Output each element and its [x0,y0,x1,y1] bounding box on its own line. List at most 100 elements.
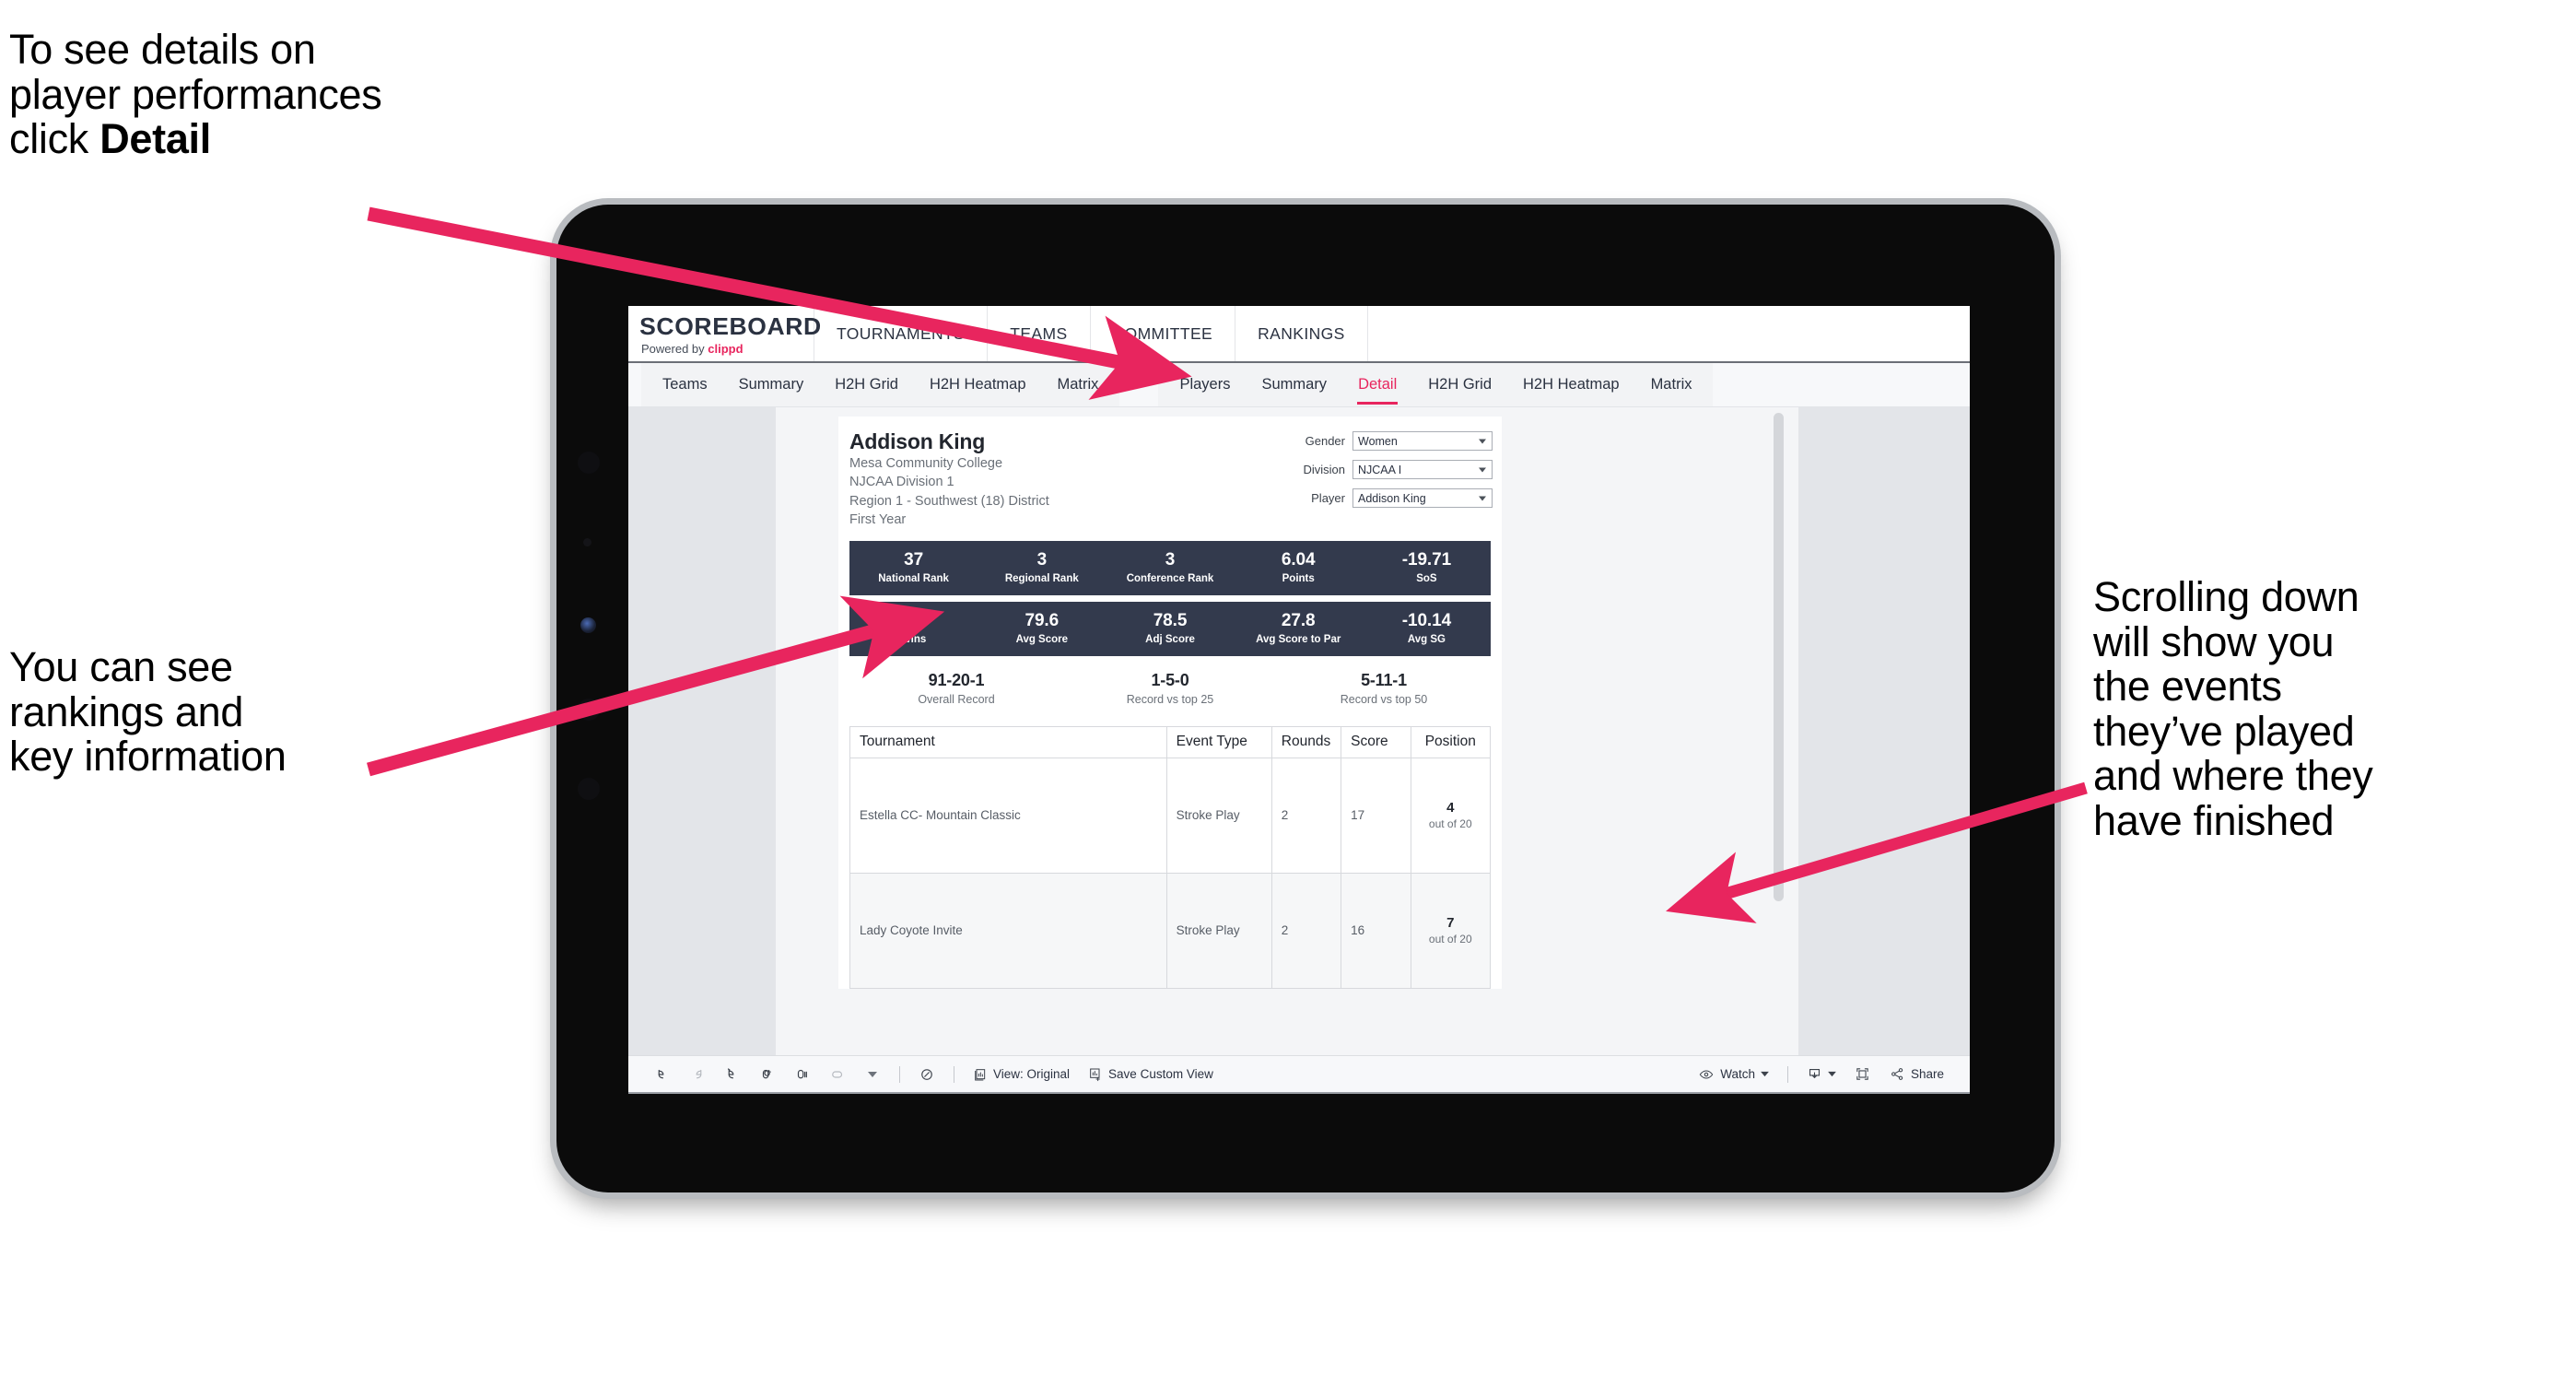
filter-gender-select[interactable]: Women [1352,431,1493,451]
subnav-item-player-h2h-heatmap[interactable]: H2H Heatmap [1507,363,1635,406]
filter-gender-label: Gender [1305,434,1345,448]
stat-sos-value: -19.71 [1401,549,1452,570]
cell-position-label: out of 20 [1428,933,1472,946]
cell-event-type: Stroke Play [1166,758,1272,874]
filter-division-select[interactable]: NJCAA I [1352,460,1493,479]
caret-down-icon[interactable] [855,1071,890,1078]
fullscreen-icon[interactable] [1845,1066,1880,1082]
stat-national-rank-label: National Rank [878,572,949,584]
record-top50: 5-11-1 Record vs top 50 [1277,671,1491,706]
view-original-label: View: Original [993,1067,1071,1081]
topnav-item-committee[interactable]: COMMITTEE [1091,306,1236,361]
annotation-top-left: To see details on player performances cl… [9,27,636,162]
filter-player: Player Addison King [1262,488,1493,508]
undo-icon[interactable] [645,1066,680,1083]
player-detail-card: Addison King Mesa Community College NJCA… [838,417,1502,989]
filter-panel: Gender Women Division NJCAA I Player Add… [1262,431,1493,517]
camera-lens-icon [580,617,596,633]
vertical-scrollbar[interactable] [1774,413,1784,901]
dashboard-sheet: Addison King Mesa Community College NJCA… [776,407,1798,1055]
cell-position-label: out of 20 [1428,817,1472,831]
subnav-item-teams[interactable]: Teams [647,363,723,406]
table-row[interactable]: Estella CC- Mountain Classic Stroke Play… [849,758,1491,874]
powered-by-text: Powered by [641,341,708,356]
subnav-gap [1119,363,1159,406]
sensor-dot-icon-2 [578,699,600,721]
record-top25-value: 1-5-0 [1151,670,1189,689]
stat-adj-score-label: Adj Score [1145,633,1195,645]
stat-regional-rank-label: Regional Rank [1004,572,1079,584]
stat-avg-score: 79.6 Avg Score [978,611,1106,644]
view-original-button[interactable]: View: Original [964,1067,1079,1082]
subnav-item-player-h2h-grid[interactable]: H2H Grid [1412,363,1507,406]
table-header-event-type: Event Type [1166,726,1272,758]
topnav-item-rankings[interactable]: RANKINGS [1235,306,1368,361]
table-row[interactable]: Lady Coyote Invite Stroke Play 2 16 7 ou… [849,873,1491,989]
stat-avg-sg: -10.14 Avg SG [1363,611,1491,644]
stat-avg-score-to-par: 27.8 Avg Score to Par [1235,610,1363,644]
chevron-down-icon-2 [1479,467,1486,472]
stat-conference-rank: 3 Conference Rank [1106,550,1234,583]
sensor-dot-small-icon [583,538,591,546]
record-overall-value: 91-20-1 [928,670,985,689]
filter-player-select[interactable]: Addison King [1352,488,1493,508]
cell-score: 16 [1341,873,1411,989]
filter-division-value: NJCAA I [1358,463,1402,476]
stats-strip-rankings: 37 National Rank 3 Regional Rank 3 Confe… [849,540,1491,595]
stat-wins: 0 Wins [849,610,978,645]
redo-icon[interactable] [680,1066,715,1083]
subnav-item-detail[interactable]: Detail [1342,363,1412,406]
subnav-item-players[interactable]: Players [1164,363,1246,406]
subnav-group-teams: Teams Summary H2H Grid H2H Heatmap Matri… [641,363,1120,406]
save-custom-view-label: Save Custom View [1108,1067,1213,1081]
stat-wins-value: 0 [908,610,919,630]
table-header-row: Tournament Event Type Rounds Score Posit… [849,726,1491,758]
stat-regional-rank: 3 Regional Rank [978,549,1106,584]
stat-wins-label: Wins [900,633,927,645]
sensor-dot-icon-3 [578,778,600,800]
filter-gender-value: Women [1358,434,1398,448]
cell-score: 17 [1341,758,1411,874]
records-row: 91-20-1 Overall Record 1-5-0 Record vs t… [849,671,1491,706]
loop-icon[interactable] [820,1066,855,1083]
clippd-name: clippd [708,341,744,356]
save-custom-view-button[interactable]: Save Custom View [1079,1067,1223,1082]
share-button[interactable]: Share [1880,1066,1953,1082]
topnav-spacer [1368,306,1970,361]
toolbar-divider [899,1065,900,1083]
stat-regional-rank-value: 3 [1036,549,1048,570]
subnav-item-h2h-heatmap[interactable]: H2H Heatmap [914,363,1042,406]
stat-national-rank: 37 National Rank [849,549,978,584]
revert-icon[interactable] [715,1066,750,1083]
annotation-left: You can see rankings and key information [9,643,287,781]
topnav-item-tournaments[interactable]: TOURNAMENTS [814,306,989,361]
subnav-item-player-summary[interactable]: Summary [1246,363,1342,406]
stat-sos-label: SoS [1416,572,1437,584]
subnav-item-player-matrix[interactable]: Matrix [1635,363,1708,406]
subnav-item-summary[interactable]: Summary [723,363,820,406]
cell-position-value: 7 [1446,915,1455,932]
subnav-item-h2h-grid[interactable]: H2H Grid [819,363,914,406]
refresh-icon[interactable] [750,1066,785,1083]
brand-logo[interactable]: SCOREBOARD Powered by clippd [628,306,821,361]
stat-national-rank-value: 37 [904,549,924,570]
record-overall-label: Overall Record [918,692,995,706]
tournaments-table: Tournament Event Type Rounds Score Posit… [849,725,1491,989]
brand-subtitle: Powered by clippd [641,342,814,356]
cell-position-value: 4 [1446,800,1455,816]
download-button[interactable] [1797,1066,1845,1082]
clock-icon[interactable] [909,1066,944,1083]
cell-event-type: Stroke Play [1166,873,1272,989]
screenshot-root: To see details on player performances cl… [0,0,2576,1386]
stat-adj-score-value: 78.5 [1153,610,1188,630]
subnav-item-matrix[interactable]: Matrix [1042,363,1115,406]
record-top50-label: Record vs top 50 [1340,692,1428,706]
topnav-item-teams[interactable]: TEAMS [988,306,1091,361]
pause-icon[interactable] [785,1066,820,1083]
record-top25-label: Record vs top 25 [1126,692,1214,706]
filter-division-label: Division [1303,463,1345,476]
watch-button[interactable]: Watch [1689,1067,1778,1082]
watch-label: Watch [1720,1067,1755,1081]
workspace: Addison King Mesa Community College NJCA… [628,407,1970,1055]
stat-avg-score-to-par-value: 27.8 [1281,610,1316,630]
